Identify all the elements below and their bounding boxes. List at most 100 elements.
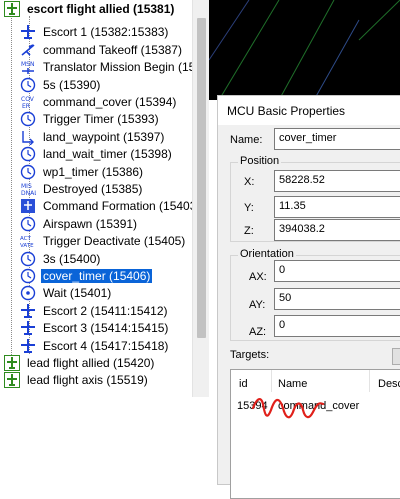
waypoint-icon: [19, 129, 37, 145]
tree-item-label: Command Formation (15403: [43, 199, 192, 214]
tree-item-label: 3s (15400): [43, 251, 101, 266]
plane-group-icon: [3, 372, 21, 389]
targets-label: Targets:: [230, 349, 270, 361]
timer-icon: [19, 77, 37, 93]
plane-icon: [19, 338, 37, 354]
timer-icon: [19, 251, 37, 267]
tree-item[interactable]: Airspawn (15391): [0, 215, 192, 233]
position-group-title: Position: [238, 155, 282, 167]
plane-group-icon: [3, 1, 21, 17]
tree-item[interactable]: Wait (15401): [0, 284, 192, 302]
scrollbar-thumb[interactable]: [197, 18, 206, 338]
tree-item[interactable]: land_waypoint (15397): [0, 128, 192, 146]
az-field[interactable]: 0: [274, 315, 400, 337]
svg-text:COV: COV: [21, 96, 35, 103]
name-label: Name:: [230, 134, 263, 146]
tree-item-label: wp1_timer (15386): [43, 164, 144, 179]
ay-label: AY:: [249, 299, 266, 311]
wait-icon: [19, 285, 37, 301]
targets-col-desc[interactable]: Desc: [378, 378, 400, 390]
mcu-properties-dialog: MCU Basic Properties Name: cover_timer P…: [217, 95, 400, 499]
tree-item-label: command Takeoff (15387): [43, 42, 182, 57]
tree-item[interactable]: wp1_timer (15386): [0, 163, 192, 181]
timer-icon: [19, 164, 37, 180]
viewport-lines: [209, 0, 400, 100]
tree-item[interactable]: COV ER command_cover (15394): [0, 93, 192, 111]
tree-item[interactable]: Escort 3 (15414:15415): [0, 319, 192, 337]
svg-text:MIS: MIS: [21, 183, 32, 190]
tree-item-label: 5s (15390): [43, 77, 101, 92]
column-separator: [369, 370, 370, 392]
tree-item-label: Wait (15401): [43, 286, 112, 301]
tree-item[interactable]: Escort 1 (15382:15383): [0, 23, 192, 41]
tree-item-label: escort flight allied (15381): [27, 2, 175, 16]
mission-tree[interactable]: escort flight allied (15381) Escort 1 (15…: [0, 0, 192, 397]
ay-field[interactable]: 50: [274, 288, 400, 310]
plane-icon: [19, 320, 37, 336]
y-label: Y:: [244, 202, 254, 214]
tree-item[interactable]: lead flight allied (15420): [0, 354, 192, 372]
az-label: AZ:: [249, 326, 267, 338]
svg-text:ER: ER: [22, 103, 30, 110]
tree-item[interactable]: MSN Translator Mission Begin (15: [0, 58, 192, 76]
tree-item[interactable]: Escort 2 (15411:15412): [0, 302, 192, 320]
dialog-title: MCU Basic Properties: [218, 96, 400, 125]
tree-item-label: Trigger Deactivate (15405): [43, 234, 186, 249]
tree-item[interactable]: Escort 4 (15417:15418): [0, 337, 192, 355]
tree-item[interactable]: cover_timer (15406): [0, 267, 192, 285]
tree-item[interactable]: lead flight axis (15519): [0, 371, 192, 389]
tree-item-label: cover_timer (15406): [41, 269, 153, 283]
scribble-annotation: [251, 398, 325, 419]
tree-item[interactable]: Command Formation (15403: [0, 197, 192, 215]
mission-begin-icon: MSN: [19, 59, 37, 75]
map-viewport[interactable]: [209, 0, 400, 100]
svg-text:ACT: ACT: [20, 236, 32, 242]
tree-item[interactable]: command Takeoff (15387): [0, 41, 192, 59]
x-field[interactable]: 58228.52: [274, 170, 400, 192]
timer-icon: [19, 146, 37, 162]
timer-icon: [19, 111, 37, 127]
tree-item[interactable]: 3s (15400): [0, 250, 192, 268]
tree-item-label: lead flight allied (15420): [27, 356, 155, 370]
column-separator: [271, 370, 272, 392]
tree-item-label: Translator Mission Begin (15: [43, 60, 192, 75]
tree-item[interactable]: ACT VATE Trigger Deactivate (15405): [0, 232, 192, 250]
timer-icon: [19, 216, 37, 232]
z-field[interactable]: 394038.2: [274, 219, 400, 241]
deactivate-icon: ACT VATE: [19, 233, 37, 249]
tree-item[interactable]: land_wait_timer (15398): [0, 145, 192, 163]
ax-field[interactable]: 0: [274, 260, 400, 282]
x-label: X:: [244, 176, 255, 188]
tree-item-label: land_wait_timer (15398): [43, 147, 172, 162]
tree-scrollbar[interactable]: [192, 0, 209, 397]
tree-item[interactable]: escort flight allied (15381): [0, 0, 192, 18]
tree-item-label: Destroyed (15385): [43, 182, 143, 196]
tree-item-label: command_cover (15394): [43, 95, 177, 109]
tree-item-label: Trigger Timer (15393): [43, 112, 159, 127]
targets-table[interactable]: id Name Desc 15394 command_cover: [230, 369, 400, 499]
formation-icon: [19, 198, 37, 214]
panel-gap: [209, 397, 217, 477]
targets-col-id[interactable]: id: [239, 378, 248, 390]
tree-item-label: Escort 4 (15417:15418): [43, 338, 169, 353]
tree-item-label: Escort 1 (15382:15383): [43, 25, 169, 40]
plane-icon: [19, 24, 37, 40]
tree-item[interactable]: MIS DNAL Destroyed (15385): [0, 180, 192, 198]
plane-icon: [19, 303, 37, 319]
targets-add-button[interactable]: [392, 348, 400, 365]
y-field[interactable]: 11.35: [274, 196, 400, 218]
tree-item[interactable]: Trigger Timer (15393): [0, 110, 192, 128]
tree-item[interactable]: 5s (15390): [0, 76, 192, 94]
name-field[interactable]: cover_timer: [274, 128, 400, 150]
tree-item-label: Escort 2 (15411:15412): [43, 303, 168, 318]
timer-icon: [19, 268, 37, 284]
tree-item-label: lead flight axis (15519): [27, 373, 148, 388]
svg-text:VATE: VATE: [20, 243, 34, 249]
targets-col-name[interactable]: Name: [278, 378, 307, 390]
svg-text:MSN: MSN: [21, 61, 34, 68]
tree-item-label: Escort 3 (15414:15415): [43, 321, 169, 336]
tree-item-label: land_waypoint (15397): [43, 129, 165, 144]
cover-icon: COV ER: [19, 94, 37, 110]
svg-text:DNAL: DNAL: [21, 190, 36, 197]
orientation-group-title: Orientation: [238, 248, 296, 260]
